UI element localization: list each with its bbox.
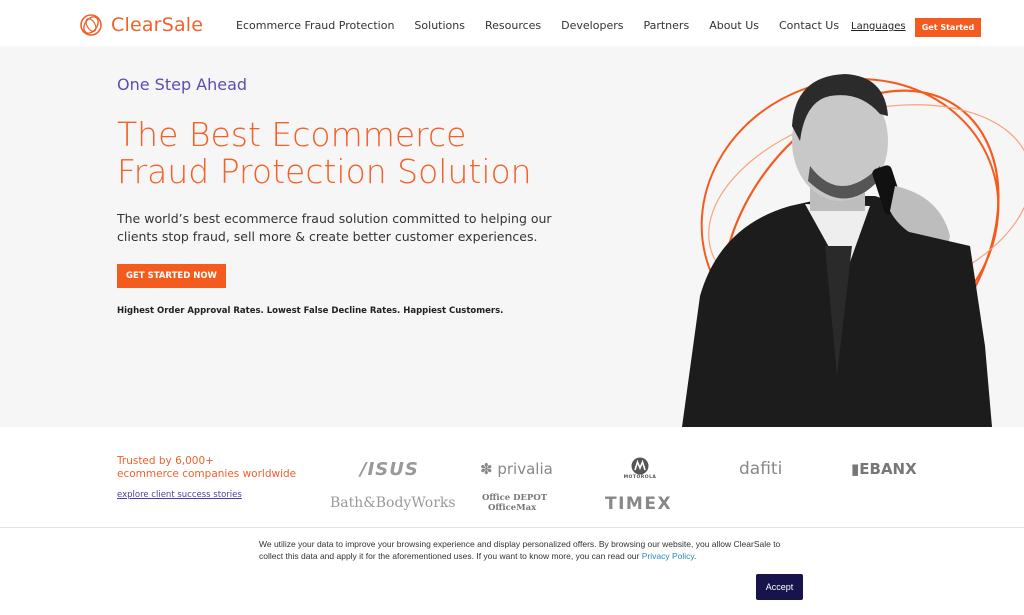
ebanx-logo: ▮EBANX: [851, 460, 917, 478]
cookie-consent-text: We utilize your data to improve your bro…: [259, 538, 804, 562]
motorola-logo-text: MOTOROLA: [623, 475, 657, 480]
hero-section: One Step Ahead The Best Ecommerce Fraud …: [0, 46, 1024, 427]
nav-partners[interactable]: Partners: [643, 19, 689, 32]
privalia-logo: ✽ privalia: [480, 460, 553, 478]
office-depot-officemax-logo: Office DEPOT OfficeMax: [482, 493, 547, 513]
office-depot-text: Office DEPOT: [482, 493, 548, 503]
accept-cookies-button[interactable]: Accept: [756, 574, 803, 600]
officemax-text: OfficeMax: [488, 503, 537, 513]
trusted-by-heading-line1: Trusted by 6,000+: [117, 455, 214, 467]
nav-links: Ecommerce Fraud Protection Solutions Res…: [236, 19, 859, 32]
hero-person-image: [682, 74, 1024, 427]
motorola-m-icon: [631, 457, 649, 475]
cookie-consent-banner: We utilize your data to improve your bro…: [0, 527, 1024, 615]
clearsale-logo-icon: [80, 14, 102, 36]
client-success-stories-link[interactable]: explore client success stories: [117, 490, 242, 500]
asus-logo: /ISUS: [360, 459, 419, 480]
hero-tagline: Highest Order Approval Rates. Lowest Fal…: [117, 306, 504, 316]
ebanx-logo-text: EBANX: [859, 460, 917, 478]
nav-solutions[interactable]: Solutions: [414, 19, 465, 32]
cookie-text-end: .: [694, 551, 697, 561]
hero-headline: The Best Ecommerce Fraud Protection Solu…: [117, 116, 597, 190]
languages-link[interactable]: Languages: [851, 21, 906, 32]
nav-developers[interactable]: Developers: [561, 19, 623, 32]
timex-logo: TIMEX: [605, 494, 673, 514]
hero-subtext: The world’s best ecommerce fraud solutio…: [117, 211, 552, 244]
nav-contact-us[interactable]: Contact Us: [779, 19, 839, 32]
bath-body-works-logo: Bath&BodyWorks: [330, 495, 456, 511]
hero-headline-line1: The Best Ecommerce: [117, 115, 467, 154]
top-navigation: ClearSale Ecommerce Fraud Protection Sol…: [0, 0, 1024, 46]
nav-ecommerce-fraud-protection[interactable]: Ecommerce Fraud Protection: [236, 19, 394, 32]
hero-eyebrow: One Step Ahead: [117, 75, 248, 94]
clearsale-logo[interactable]: ClearSale: [79, 13, 203, 37]
get-started-button[interactable]: Get Started: [915, 18, 981, 37]
cookie-text-body: We utilize your data to improve your bro…: [259, 539, 781, 561]
trusted-by-section: Trusted by 6,000+ ecommerce companies wo…: [0, 427, 1024, 527]
privalia-logo-text: privalia: [497, 460, 553, 478]
get-started-now-button[interactable]: GET STARTED NOW: [117, 264, 226, 288]
hero-headline-line2: Fraud Protection Solution: [117, 152, 532, 191]
privacy-policy-link[interactable]: Privacy Policy: [642, 551, 694, 561]
logo-text: ClearSale: [111, 14, 204, 36]
nav-about-us[interactable]: About Us: [709, 19, 759, 32]
privalia-star-icon: ✽: [480, 460, 493, 478]
dafiti-logo: dafiti: [739, 459, 783, 479]
trusted-by-heading: Trusted by 6,000+ ecommerce companies wo…: [117, 455, 317, 481]
nav-resources[interactable]: Resources: [485, 19, 541, 32]
trusted-by-heading-line2: ecommerce companies worldwide: [117, 468, 297, 480]
motorola-logo: MOTOROLA: [622, 457, 658, 480]
